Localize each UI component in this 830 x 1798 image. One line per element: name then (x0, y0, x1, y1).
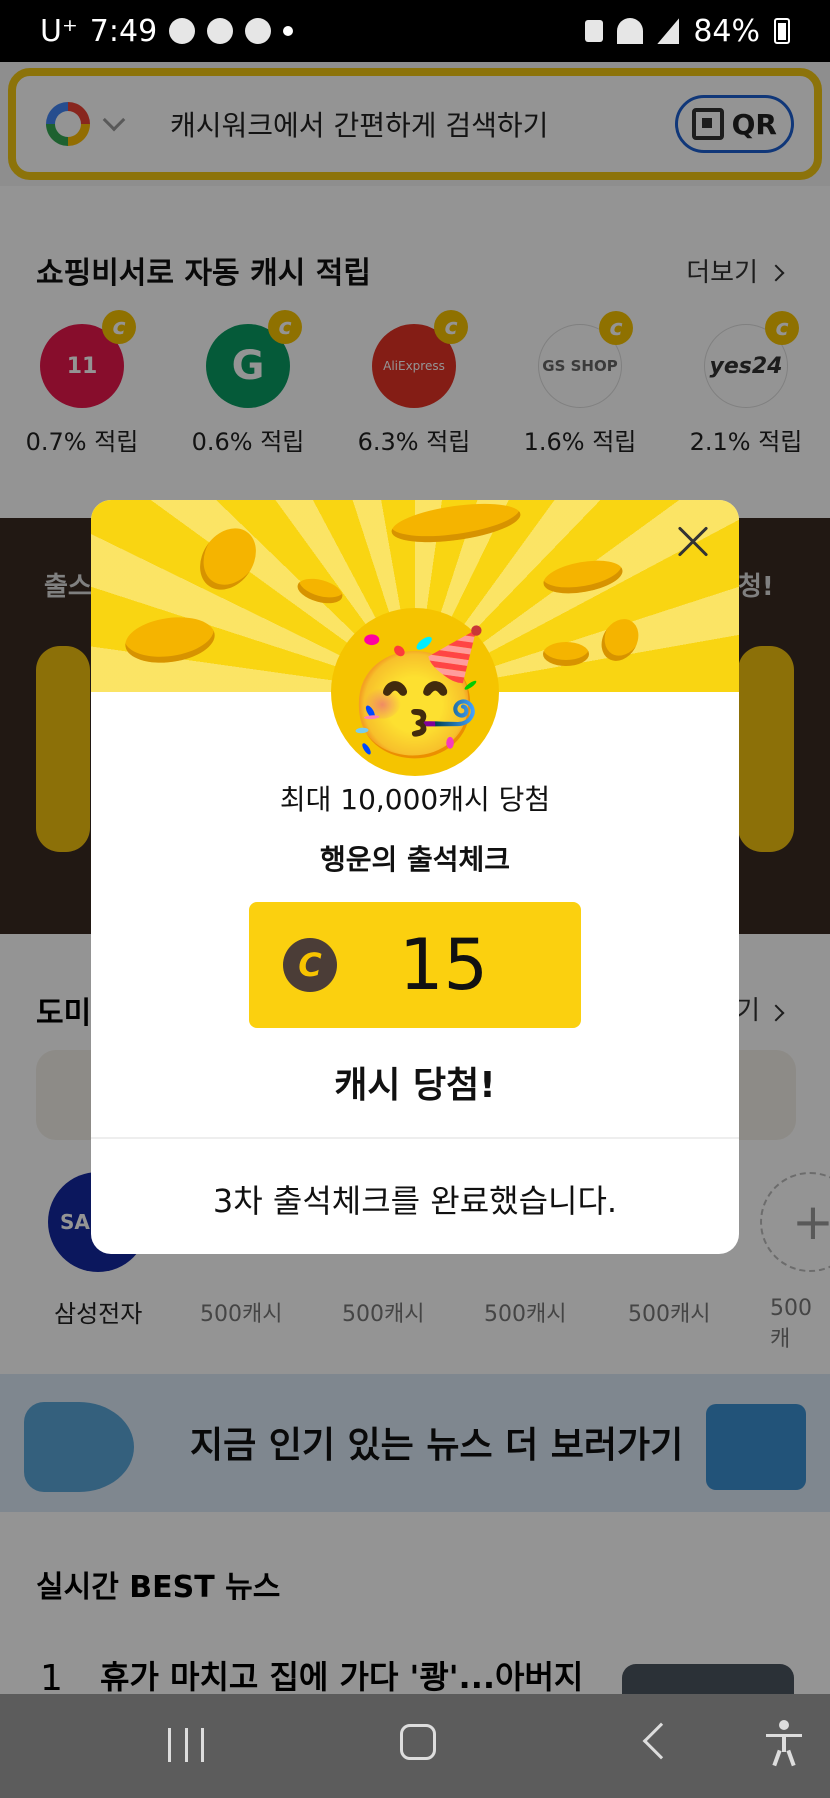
coin-icon (541, 555, 625, 599)
close-button[interactable] (669, 518, 717, 566)
battery-icon (774, 18, 790, 44)
weather-icon (207, 18, 234, 44)
home-icon[interactable] (400, 1724, 436, 1760)
dialog-title: 행운의 출석체크 (319, 843, 511, 876)
coin-icon (188, 517, 268, 601)
coin-icon (294, 574, 346, 608)
recent-apps-icon[interactable] (168, 1728, 204, 1762)
dialog-subtitle: 최대 10,000캐시 당첨 (279, 783, 551, 816)
clock: 7:49 (89, 13, 158, 49)
prize-amount: 15 (399, 924, 489, 1006)
cash-coin-icon: C (283, 938, 337, 992)
back-icon[interactable] (642, 1722, 680, 1760)
more-notifications-dot-icon (283, 26, 294, 36)
completion-message: 3차 출석체크를 완료했습니다. (212, 1182, 618, 1220)
carrier-label: U⁺ (40, 13, 78, 49)
battery-percent: 84% (693, 13, 760, 49)
app-screen: U⁺ 7:49 84% 캐시워크에서 간편하게 검색하기 QR 쇼핑비서로 자동… (0, 0, 830, 1798)
signal-icon (657, 18, 680, 44)
divider (91, 1137, 739, 1139)
battery-saver-icon (585, 20, 604, 42)
coin-icon (594, 612, 646, 668)
wifi-icon (617, 18, 644, 44)
notification-icon-2 (245, 18, 272, 44)
system-nav-bar (0, 1694, 830, 1798)
attendance-reward-dialog: 🥳 최대 10,000캐시 당첨 행운의 출석체크 C 15 캐시 당첨! 3차… (91, 500, 739, 1254)
accessibility-icon[interactable] (764, 1720, 804, 1767)
coin-icon (543, 642, 589, 666)
coin-icon (389, 500, 523, 549)
status-bar: U⁺ 7:49 84% (0, 0, 830, 62)
prize-amount-box: C 15 (249, 902, 581, 1028)
notification-icon (169, 18, 196, 44)
prize-label: 캐시 당첨! (334, 1065, 496, 1106)
party-face-icon: 🥳 (331, 608, 499, 776)
coin-icon (122, 611, 218, 669)
